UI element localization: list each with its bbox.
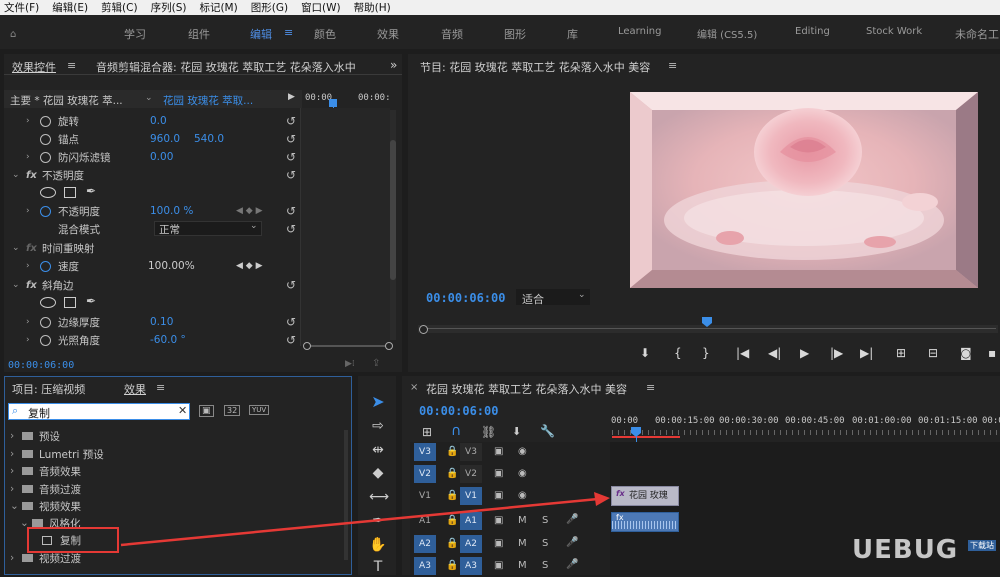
watermark-badge: 下载站 [968, 540, 996, 551]
annotation-arrow [120, 492, 610, 547]
watermark-logo: UEBUG [852, 535, 959, 565]
